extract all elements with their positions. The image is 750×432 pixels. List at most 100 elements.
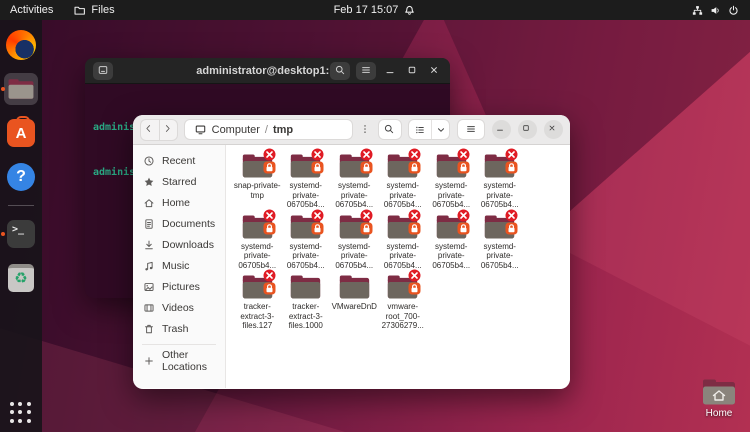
close-button[interactable] bbox=[544, 120, 563, 139]
file-item[interactable]: VMwareDnD bbox=[330, 273, 379, 331]
file-item[interactable]: systemd-private-06705b4... bbox=[476, 152, 525, 210]
search-button[interactable] bbox=[378, 119, 402, 140]
close-icon bbox=[547, 123, 560, 136]
search-icon bbox=[334, 64, 347, 77]
hamburger-menu-icon bbox=[360, 64, 373, 77]
folder-icon bbox=[483, 213, 516, 241]
sidebar-item-icon bbox=[143, 239, 155, 251]
terminal-window-icon[interactable] bbox=[93, 62, 113, 80]
file-item[interactable]: systemd-private-06705b4... bbox=[282, 152, 331, 210]
activities-label: Activities bbox=[10, 4, 53, 16]
dock-item-files[interactable] bbox=[4, 73, 38, 105]
sidebar-item-downloads[interactable]: Downloads bbox=[136, 234, 222, 255]
file-item[interactable]: systemd-private-06705b4... bbox=[330, 152, 379, 210]
sidebar-item-icon bbox=[143, 155, 155, 167]
file-item[interactable]: systemd-private-06705b4... bbox=[427, 152, 476, 210]
breadcrumb-current[interactable]: tmp bbox=[273, 124, 293, 136]
file-item[interactable]: vmware-root_700-27306279... bbox=[379, 273, 428, 331]
sidebar-item-label: Downloads bbox=[162, 239, 214, 251]
files-app-icon bbox=[73, 4, 86, 17]
lock-emblem-icon bbox=[360, 161, 373, 174]
minimize-button[interactable] bbox=[492, 120, 511, 139]
desktop-icon-home[interactable]: Home bbox=[697, 377, 741, 419]
lock-emblem-icon bbox=[408, 161, 421, 174]
dock-item-firefox[interactable] bbox=[4, 29, 38, 61]
view-toggle[interactable] bbox=[408, 119, 450, 140]
running-indicator bbox=[1, 87, 5, 91]
network-icon bbox=[691, 4, 704, 17]
deleted-emblem-icon bbox=[360, 148, 373, 161]
folder-icon bbox=[241, 213, 274, 241]
running-indicator bbox=[1, 232, 5, 236]
breadcrumb-root[interactable]: Computer bbox=[212, 124, 260, 136]
lock-emblem-icon bbox=[505, 161, 518, 174]
files-grid[interactable]: snap-private-tmp systemd-private-06705b4… bbox=[226, 145, 570, 388]
maximize-button[interactable] bbox=[518, 120, 537, 139]
terminal-minimize-button[interactable] bbox=[382, 62, 398, 80]
deleted-emblem-icon bbox=[311, 148, 324, 161]
file-item[interactable]: systemd-private-06705b4... bbox=[379, 152, 428, 210]
minimize-icon bbox=[495, 123, 508, 136]
system-status-area[interactable] bbox=[681, 0, 750, 20]
forward-icon bbox=[162, 123, 175, 136]
sidebar-item-icon bbox=[143, 260, 155, 272]
file-item[interactable]: systemd-private-06705b4... bbox=[282, 213, 331, 271]
firefox-icon bbox=[6, 30, 36, 60]
file-item[interactable]: snap-private-tmp bbox=[233, 152, 282, 210]
home-folder-icon bbox=[701, 377, 737, 407]
sidebar-item-videos[interactable]: Videos bbox=[136, 297, 222, 318]
terminal-menu-button[interactable] bbox=[356, 62, 376, 80]
path-bar[interactable]: Computer / tmp bbox=[184, 119, 353, 140]
clock-button[interactable]: Feb 17 15:07 bbox=[324, 0, 427, 20]
sidebar-item-label: Recent bbox=[162, 155, 195, 167]
terminal-search-button[interactable] bbox=[330, 62, 350, 80]
sidebar-item-documents[interactable]: Documents bbox=[136, 213, 222, 234]
terminal-close-button[interactable] bbox=[426, 62, 442, 80]
sidebar-item-pictures[interactable]: Pictures bbox=[136, 276, 222, 297]
terminal-maximize-button[interactable] bbox=[404, 62, 420, 80]
folder-icon bbox=[241, 152, 274, 180]
file-item[interactable]: tracker-extract-3-files.1000 bbox=[282, 273, 331, 331]
file-item[interactable]: tracker-extract-3-files.127 bbox=[233, 273, 282, 331]
file-item[interactable]: systemd-private-06705b4... bbox=[330, 213, 379, 271]
forward-button[interactable] bbox=[159, 120, 177, 140]
view-options-button[interactable] bbox=[431, 120, 449, 139]
sidebar-item-other-locations[interactable]: Other Locations bbox=[136, 350, 222, 371]
show-applications-button[interactable] bbox=[10, 402, 32, 424]
dock-item-trash[interactable]: ♻ bbox=[4, 262, 38, 294]
sidebar-item-starred[interactable]: Starred bbox=[136, 171, 222, 192]
sidebar-item-label: Home bbox=[162, 197, 190, 209]
file-name: systemd-private-06705b4... bbox=[476, 181, 524, 210]
file-item[interactable]: systemd-private-06705b4... bbox=[379, 213, 428, 271]
notifications-bell-icon bbox=[403, 4, 416, 17]
files-headerbar[interactable]: Computer / tmp bbox=[133, 115, 570, 145]
sidebar-item-home[interactable]: Home bbox=[136, 192, 222, 213]
deleted-emblem-icon bbox=[360, 209, 373, 222]
path-menu-button[interactable] bbox=[359, 120, 372, 140]
dock-item-terminal[interactable]: >_ bbox=[4, 218, 38, 250]
sidebar-item-label: Trash bbox=[162, 323, 188, 335]
help-mark: ? bbox=[16, 168, 26, 186]
activities-button[interactable]: Activities bbox=[0, 0, 63, 20]
folder-icon bbox=[386, 273, 419, 301]
sidebar-item-label: Documents bbox=[162, 218, 215, 230]
window-menu-button[interactable] bbox=[457, 119, 485, 140]
lock-emblem-icon bbox=[408, 222, 421, 235]
file-name: systemd-private-06705b4... bbox=[330, 181, 378, 210]
dock-item-ubuntu-software[interactable]: A bbox=[4, 117, 38, 149]
app-menu-button[interactable]: Files bbox=[63, 0, 124, 20]
terminal-titlebar[interactable]: administrator@desktop1: ~ bbox=[85, 58, 450, 84]
sidebar-item-music[interactable]: Music bbox=[136, 255, 222, 276]
file-item[interactable]: systemd-private-06705b4... bbox=[476, 213, 525, 271]
sidebar-item-trash[interactable]: Trash bbox=[136, 318, 222, 339]
list-view-button[interactable] bbox=[409, 120, 431, 139]
back-icon bbox=[143, 123, 156, 136]
sidebar-item-recent[interactable]: Recent bbox=[136, 150, 222, 171]
file-item[interactable]: systemd-private-06705b4... bbox=[233, 213, 282, 271]
close-icon bbox=[428, 64, 441, 77]
maximize-icon bbox=[406, 64, 419, 77]
file-name: snap-private-tmp bbox=[233, 181, 281, 200]
file-item[interactable]: systemd-private-06705b4... bbox=[427, 213, 476, 271]
dock-item-help[interactable]: ? bbox=[4, 161, 38, 193]
back-button[interactable] bbox=[141, 120, 159, 140]
